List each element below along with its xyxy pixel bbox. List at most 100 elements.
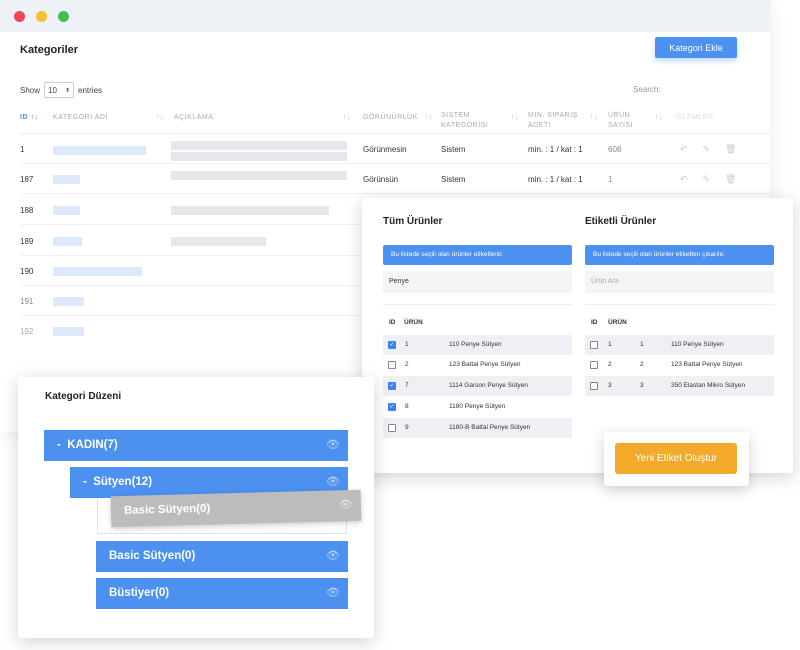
product-id: 2: [640, 361, 644, 368]
eye-icon[interactable]: 👁: [326, 541, 340, 572]
row-min-order: min. : 1 / kat : 1: [528, 175, 583, 184]
row-system: Sistem: [441, 175, 466, 184]
entries-label: entries: [78, 85, 103, 95]
all-products-search-input[interactable]: Penye: [383, 271, 572, 293]
checkbox[interactable]: [590, 361, 598, 369]
eye-icon[interactable]: 👁: [326, 578, 340, 609]
new-label-button[interactable]: Yeni Etiket Oluştur: [615, 443, 737, 474]
list-item[interactable]: 2 123 Battal Penye Sütyen: [383, 355, 572, 375]
collapse-icon[interactable]: -: [57, 439, 61, 451]
list-item[interactable]: ✓ 1 110 Penye Sütyen: [383, 335, 572, 355]
new-label-card: Yeni Etiket Oluştur: [604, 432, 749, 486]
checkbox[interactable]: [388, 361, 396, 369]
list-item[interactable]: 2 2 123 Battal Penye Sütyen: [585, 355, 774, 375]
row-system: Sistem: [441, 145, 466, 154]
minimize-window-icon[interactable]: [36, 10, 47, 22]
entries-select[interactable]: 10 ⬍: [44, 82, 75, 98]
table-header: ID ↑↓ Kategori Adı ↑↓ Açıklama ↑↓ Görünü…: [20, 108, 770, 134]
product-name: 123 Battal Penye Sütyen: [671, 361, 743, 368]
tagged-hdr-id: ID: [591, 319, 598, 326]
checkbox-checked[interactable]: ✓: [388, 403, 396, 411]
product-name: 1180-B Battal Penye Sütyen: [449, 424, 531, 431]
list-item[interactable]: 3 3 350 Elastan Mikro Sütyen: [585, 376, 774, 396]
checkbox[interactable]: [388, 424, 396, 432]
row-index: 2: [608, 361, 612, 368]
sort-icon: ↑↓: [511, 114, 519, 121]
row-count: 608: [608, 145, 622, 154]
list-item[interactable]: 9 1180-B Battal Penye Sütyen: [383, 418, 572, 438]
col-desc[interactable]: Açıklama: [174, 114, 213, 121]
name-placeholder: [53, 206, 80, 215]
product-name: 123 Battal Penye Sütyen: [449, 361, 521, 368]
all-hdr-product: ÜRÜN: [404, 319, 423, 326]
checkbox-checked[interactable]: ✓: [388, 382, 396, 390]
sort-icon: ↑↓: [655, 114, 663, 121]
add-category-button[interactable]: Kategori Ekle: [655, 37, 737, 58]
tagged-products-info: Bu listede seçili olan ürünler etiketten…: [585, 245, 774, 265]
row-id: 190: [20, 267, 34, 276]
product-id: 1: [640, 341, 644, 348]
undo-icon[interactable]: ↶: [680, 144, 688, 154]
trash-icon[interactable]: 🗑: [725, 174, 736, 184]
checkbox[interactable]: [590, 341, 598, 349]
maximize-window-icon[interactable]: [58, 10, 69, 22]
row-id: 1: [20, 145, 25, 154]
col-product-count[interactable]: Ürün Sayısı: [608, 111, 648, 131]
row-id: 191: [20, 297, 34, 306]
node-label: Basic Sütyen(0): [123, 502, 211, 517]
row-visibility: Görünmesin: [363, 145, 407, 154]
list-item[interactable]: 1 1 110 Penye Sütyen: [585, 335, 774, 355]
name-placeholder: [53, 327, 84, 336]
entries-value: 10: [48, 85, 57, 95]
col-name[interactable]: Kategori Adı: [53, 114, 108, 121]
undo-icon[interactable]: ↶: [680, 174, 688, 184]
row-index: 3: [608, 382, 612, 389]
row-min-order: min. : 1 / kat : 1: [528, 145, 583, 154]
row-actions: ↶ ✎ 🗑: [680, 174, 752, 185]
table-row: 187 Görünsün Sistem min. : 1 / kat : 1 1…: [20, 164, 770, 194]
row-actions: ↶ ✎ 🗑: [680, 144, 752, 155]
tagged-products-search-input[interactable]: Ürün Ara: [585, 271, 774, 293]
product-id: 3: [640, 382, 644, 389]
name-placeholder: [53, 146, 146, 155]
desc-placeholder: [171, 171, 347, 180]
tree-title: Kategori Düzeni: [45, 391, 122, 402]
desc-placeholder: [171, 152, 347, 161]
tagged-hdr-product: ÜRÜN: [608, 319, 627, 326]
tree-node-kadin[interactable]: - KADIN(7) 👁: [44, 430, 348, 461]
dragging-node-basic-sutyen[interactable]: Basic Sütyen(0) 👁: [110, 489, 362, 528]
title-bar: [0, 0, 770, 32]
list-item[interactable]: ✓ 8 1180 Penye Sütyen: [383, 397, 572, 417]
row-count: 1: [608, 175, 613, 184]
entries-control: Show 10 ⬍ entries: [20, 82, 102, 98]
close-window-icon[interactable]: [14, 10, 25, 22]
trash-icon[interactable]: 🗑: [725, 144, 736, 154]
tree-node-bustiyer[interactable]: Büstiyer(0) 👁: [96, 578, 348, 609]
collapse-icon[interactable]: -: [83, 476, 87, 488]
name-placeholder: [53, 175, 80, 184]
all-hdr-id: ID: [389, 319, 396, 326]
name-placeholder: [53, 267, 142, 276]
product-name: 1180 Penye Sütyen: [449, 403, 506, 410]
col-actions: İşlemler: [675, 114, 714, 121]
edit-icon[interactable]: ✎: [703, 144, 711, 154]
col-visibility[interactable]: Görünürlük: [363, 114, 418, 121]
col-id[interactable]: ID ↑↓: [20, 114, 38, 121]
edit-icon[interactable]: ✎: [703, 174, 711, 184]
row-visibility: Görünsün: [363, 175, 399, 184]
list-item[interactable]: ✓ 7 1114 Garson Penye Sütyen: [383, 376, 572, 396]
row-index: 1: [608, 341, 612, 348]
checkbox-checked[interactable]: ✓: [388, 341, 396, 349]
row-id: 188: [20, 206, 34, 215]
checkbox[interactable]: [590, 382, 598, 390]
tree-node-basic-sutyen[interactable]: Basic Sütyen(0) 👁: [96, 541, 348, 572]
col-system[interactable]: Sistem Kategorisi: [441, 111, 501, 131]
col-min-order[interactable]: Min. Sipariş Adeti: [528, 111, 588, 131]
table-row: 1 Görünmesin Sistem min. : 1 / kat : 1 6…: [20, 134, 770, 164]
node-label: Büstiyer(0): [109, 587, 170, 599]
product-id: 2: [405, 361, 409, 368]
eye-icon[interactable]: 👁: [339, 490, 354, 521]
sort-icon: ↑↓: [156, 114, 164, 121]
eye-icon[interactable]: 👁: [326, 430, 340, 461]
product-id: 7: [405, 382, 409, 389]
